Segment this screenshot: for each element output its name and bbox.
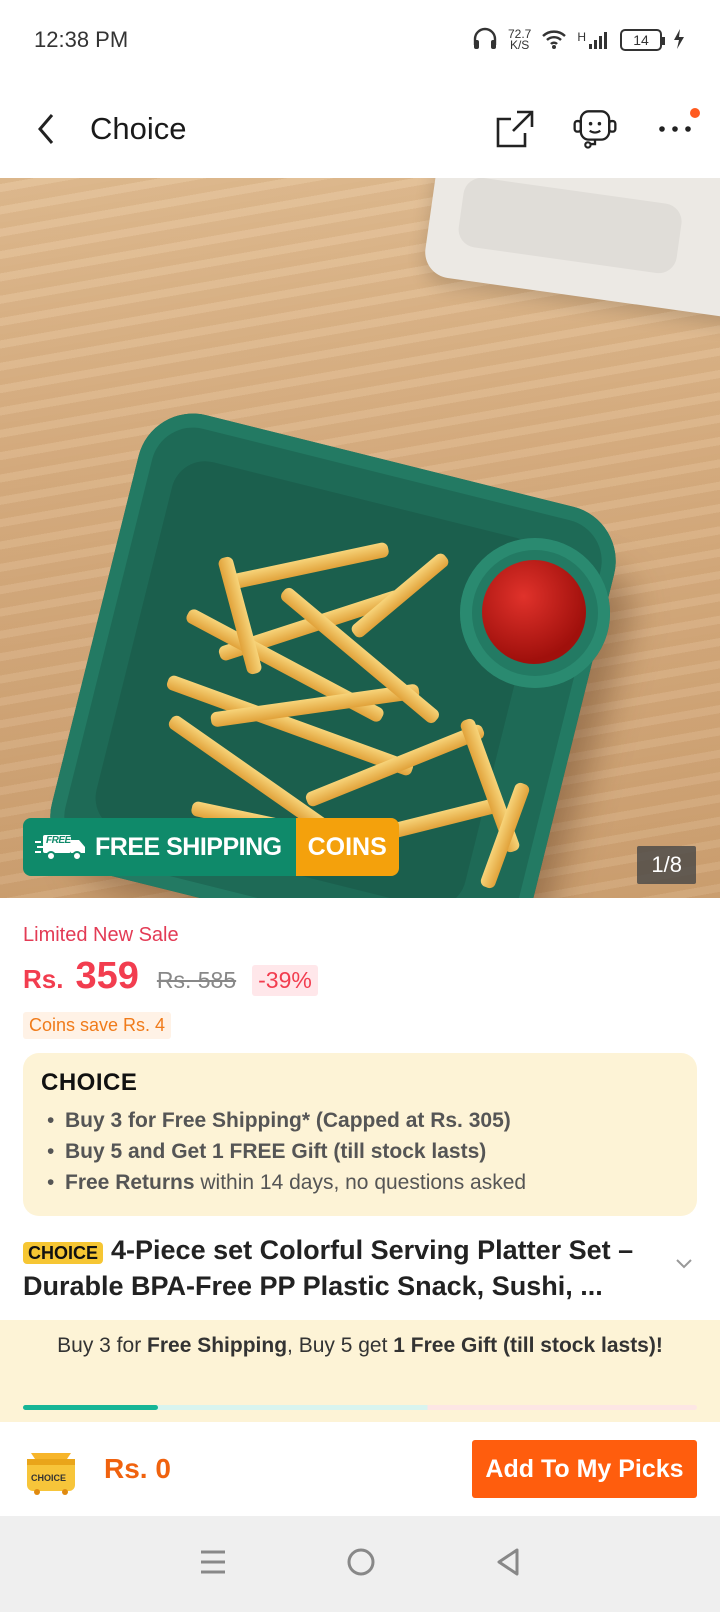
price-row: Rs. 359 Rs. 585 -39% bbox=[23, 955, 697, 998]
product-title-text: 4-Piece set Colorful Serving Platter Set… bbox=[23, 1235, 634, 1301]
truck-icon: FREE bbox=[35, 832, 87, 862]
status-bar: 12:38 PM 72.7 K/S H 14 bbox=[0, 0, 720, 80]
battery-level: 14 bbox=[633, 32, 649, 48]
share-button[interactable] bbox=[492, 106, 538, 152]
headphones-icon bbox=[472, 27, 498, 54]
charging-icon bbox=[672, 28, 686, 53]
customer-service-button[interactable] bbox=[572, 106, 618, 152]
home-circle-icon bbox=[347, 1548, 375, 1575]
chevron-left-icon bbox=[38, 114, 54, 144]
menu-lines-icon bbox=[201, 1550, 226, 1573]
recent-apps-button[interactable] bbox=[199, 1548, 227, 1581]
back-button[interactable] bbox=[34, 109, 74, 149]
top-navbar: Choice bbox=[0, 80, 720, 178]
battery-icon: 14 bbox=[620, 29, 665, 51]
bottom-cart-bar: CHOICE Rs. 0 Add To My Picks bbox=[0, 1422, 720, 1516]
benefits-list: Buy 3 for Free Shipping* (Capped at Rs. … bbox=[41, 1105, 679, 1198]
product-title: CHOICE 4-Piece set Colorful Serving Platt… bbox=[23, 1234, 657, 1303]
more-dots-icon bbox=[659, 126, 691, 132]
cell-signal-icon: H bbox=[577, 30, 610, 50]
product-title-row[interactable]: CHOICE 4-Piece set Colorful Serving Platt… bbox=[23, 1234, 697, 1303]
sale-label: Limited New Sale bbox=[23, 924, 179, 946]
clock: 12:38 PM bbox=[34, 27, 129, 52]
product-info: Limited New Sale Rs. 359 Rs. 585 -39% Co… bbox=[0, 924, 720, 1323]
back-triangle-icon bbox=[497, 1548, 519, 1575]
network-type: H bbox=[577, 30, 586, 44]
choice-benefits-box[interactable]: CHOICE Buy 3 for Free Shipping* (Capped … bbox=[23, 1053, 697, 1216]
choice-logo: CHOICE bbox=[41, 1069, 138, 1096]
free-shipping-tag: FREE FREE SHIPPING bbox=[23, 818, 296, 876]
cart-total: Rs. 0 bbox=[104, 1453, 171, 1484]
home-button[interactable] bbox=[346, 1547, 376, 1582]
free-shipping-coins-badge: FREE FREE SHIPPING COINS bbox=[23, 818, 399, 876]
product-image-gallery[interactable] bbox=[0, 178, 720, 898]
page-title: Choice bbox=[90, 111, 187, 146]
promo-progress-bar bbox=[23, 1405, 697, 1410]
support-robot-icon bbox=[573, 110, 617, 149]
benefit-item: Buy 3 for Free Shipping* (Capped at Rs. … bbox=[41, 1105, 679, 1136]
add-to-picks-button[interactable]: Add To My Picks bbox=[472, 1440, 697, 1498]
choice-tag: CHOICE bbox=[23, 1242, 104, 1264]
ketchup bbox=[482, 560, 586, 664]
network-speed: 72.7 K/S bbox=[508, 28, 531, 52]
image-counter: 1/8 bbox=[637, 846, 696, 884]
progress-fill bbox=[23, 1405, 158, 1410]
free-tag-text: FREE bbox=[46, 835, 71, 846]
original-price: Rs. 585 bbox=[156, 967, 237, 993]
cart-icon-label: CHOICE bbox=[31, 1473, 67, 1483]
notification-dot bbox=[690, 108, 700, 118]
nav-actions bbox=[492, 106, 700, 152]
chevron-down-icon[interactable] bbox=[675, 1258, 693, 1270]
promo-banner: Buy 3 for Free Shipping, Buy 5 get 1 Fre… bbox=[0, 1320, 720, 1422]
coins-save-badge: Coins save Rs. 4 bbox=[23, 1012, 172, 1039]
wifi-icon bbox=[541, 28, 567, 53]
system-navigation-bar bbox=[0, 1516, 720, 1612]
currency: Rs. bbox=[23, 964, 64, 994]
discount-badge: -39% bbox=[252, 965, 318, 996]
promo-text: Buy 3 for Free Shipping, Buy 5 get 1 Fre… bbox=[57, 1334, 663, 1357]
status-icons: 72.7 K/S H 14 bbox=[472, 27, 686, 54]
choice-cart-icon[interactable]: CHOICE bbox=[23, 1443, 79, 1495]
benefit-item: Free Returns within 14 days, no question… bbox=[41, 1167, 679, 1198]
more-options-button[interactable] bbox=[652, 106, 700, 152]
free-shipping-label: FREE SHIPPING bbox=[95, 832, 282, 861]
speed-unit: K/S bbox=[509, 38, 530, 52]
coins-tag: COINS bbox=[295, 818, 399, 876]
benefit-item: Buy 5 and Get 1 FREE Gift (till stock la… bbox=[41, 1136, 679, 1167]
system-back-button[interactable] bbox=[495, 1547, 521, 1582]
share-icon bbox=[496, 110, 534, 148]
current-price: 359 bbox=[75, 955, 139, 997]
